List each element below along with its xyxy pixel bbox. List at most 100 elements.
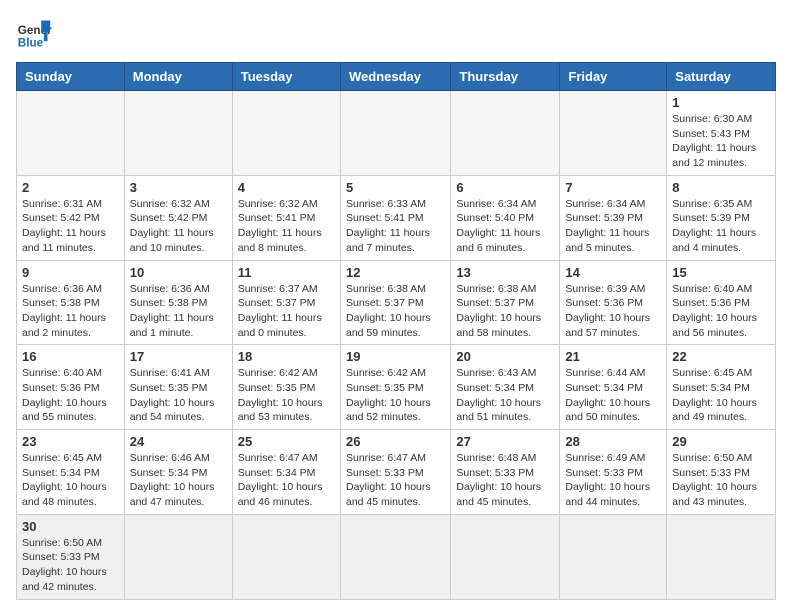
day-number: 7	[565, 180, 661, 195]
calendar-cell: 30 Sunrise: 6:50 AM Sunset: 5:33 PM Dayli…	[17, 514, 125, 599]
calendar-week-1: 2Sunrise: 6:31 AM Sunset: 5:42 PM Daylig…	[17, 175, 776, 260]
calendar-cell: 14 Sunrise: 6:39 AM Sunset: 5:36 PM Dayli…	[560, 260, 667, 345]
calendar-week-4: 23Sunrise: 6:45 AM Sunset: 5:34 PM Dayli…	[17, 430, 776, 515]
day-info: Sunrise: 6:40 AM Sunset: 5:36 PM Dayligh…	[672, 282, 770, 341]
calendar-week-0: 1 Sunrise: 6:30 AM Sunset: 5:43 PM Daylig…	[17, 91, 776, 176]
day-number: 6	[456, 180, 554, 195]
calendar-cell	[667, 514, 776, 599]
calendar-cell: 29 Sunrise: 6:50 AM Sunset: 5:33 PM Dayli…	[667, 430, 776, 515]
day-info: Sunrise: 6:44 AM Sunset: 5:34 PM Dayligh…	[565, 366, 661, 425]
logo-icon: General Blue	[16, 16, 52, 52]
day-number: 10	[130, 265, 227, 280]
day-info: Sunrise: 6:49 AM Sunset: 5:33 PM Dayligh…	[565, 451, 661, 510]
day-info: Sunrise: 6:46 AM Sunset: 5:34 PM Dayligh…	[130, 451, 227, 510]
calendar-cell	[560, 514, 667, 599]
col-header-thursday: Thursday	[451, 63, 560, 91]
col-header-friday: Friday	[560, 63, 667, 91]
day-number: 1	[672, 95, 770, 110]
day-number: 16	[22, 349, 119, 364]
day-number: 5	[346, 180, 445, 195]
day-number: 2	[22, 180, 119, 195]
calendar-cell: 22 Sunrise: 6:45 AM Sunset: 5:34 PM Dayli…	[667, 345, 776, 430]
calendar-cell: 19 Sunrise: 6:42 AM Sunset: 5:35 PM Dayli…	[340, 345, 450, 430]
day-number: 12	[346, 265, 445, 280]
day-info: Sunrise: 6:50 AM Sunset: 5:33 PM Dayligh…	[22, 536, 119, 595]
day-number: 11	[238, 265, 335, 280]
col-header-monday: Monday	[124, 63, 232, 91]
day-info: Sunrise: 6:34 AM Sunset: 5:39 PM Dayligh…	[565, 197, 661, 256]
day-info: Sunrise: 6:41 AM Sunset: 5:35 PM Dayligh…	[130, 366, 227, 425]
day-info: Sunrise: 6:38 AM Sunset: 5:37 PM Dayligh…	[346, 282, 445, 341]
calendar-cell: 25Sunrise: 6:47 AM Sunset: 5:34 PM Dayli…	[232, 430, 340, 515]
calendar-cell: 16 Sunrise: 6:40 AM Sunset: 5:36 PM Dayli…	[17, 345, 125, 430]
day-info: Sunrise: 6:37 AM Sunset: 5:37 PM Dayligh…	[238, 282, 335, 341]
day-info: Sunrise: 6:47 AM Sunset: 5:33 PM Dayligh…	[346, 451, 445, 510]
day-info: Sunrise: 6:43 AM Sunset: 5:34 PM Dayligh…	[456, 366, 554, 425]
day-info: Sunrise: 6:45 AM Sunset: 5:34 PM Dayligh…	[22, 451, 119, 510]
calendar-cell: 1 Sunrise: 6:30 AM Sunset: 5:43 PM Daylig…	[667, 91, 776, 176]
calendar-cell: 12 Sunrise: 6:38 AM Sunset: 5:37 PM Dayli…	[340, 260, 450, 345]
day-number: 29	[672, 434, 770, 449]
day-number: 17	[130, 349, 227, 364]
calendar-cell: 15 Sunrise: 6:40 AM Sunset: 5:36 PM Dayli…	[667, 260, 776, 345]
calendar-cell: 7 Sunrise: 6:34 AM Sunset: 5:39 PM Daylig…	[560, 175, 667, 260]
calendar-cell: 13 Sunrise: 6:38 AM Sunset: 5:37 PM Dayli…	[451, 260, 560, 345]
calendar-cell: 11 Sunrise: 6:37 AM Sunset: 5:37 PM Dayli…	[232, 260, 340, 345]
day-number: 3	[130, 180, 227, 195]
day-number: 26	[346, 434, 445, 449]
day-info: Sunrise: 6:38 AM Sunset: 5:37 PM Dayligh…	[456, 282, 554, 341]
calendar-cell: 28 Sunrise: 6:49 AM Sunset: 5:33 PM Dayli…	[560, 430, 667, 515]
calendar-cell: 24 Sunrise: 6:46 AM Sunset: 5:34 PM Dayli…	[124, 430, 232, 515]
day-info: Sunrise: 6:35 AM Sunset: 5:39 PM Dayligh…	[672, 197, 770, 256]
calendar-cell: 9Sunrise: 6:36 AM Sunset: 5:38 PM Daylig…	[17, 260, 125, 345]
day-number: 28	[565, 434, 661, 449]
day-number: 14	[565, 265, 661, 280]
logo: General Blue	[16, 16, 56, 52]
day-number: 8	[672, 180, 770, 195]
day-info: Sunrise: 6:50 AM Sunset: 5:33 PM Dayligh…	[672, 451, 770, 510]
calendar-cell	[124, 91, 232, 176]
day-number: 21	[565, 349, 661, 364]
calendar-cell: 2Sunrise: 6:31 AM Sunset: 5:42 PM Daylig…	[17, 175, 125, 260]
calendar-cell: 3 Sunrise: 6:32 AM Sunset: 5:42 PM Daylig…	[124, 175, 232, 260]
calendar-cell: 21 Sunrise: 6:44 AM Sunset: 5:34 PM Dayli…	[560, 345, 667, 430]
day-number: 18	[238, 349, 335, 364]
calendar-header-row: SundayMondayTuesdayWednesdayThursdayFrid…	[17, 63, 776, 91]
header: General Blue	[16, 16, 776, 52]
day-number: 9	[22, 265, 119, 280]
day-number: 13	[456, 265, 554, 280]
calendar-week-3: 16 Sunrise: 6:40 AM Sunset: 5:36 PM Dayli…	[17, 345, 776, 430]
day-info: Sunrise: 6:47 AM Sunset: 5:34 PM Dayligh…	[238, 451, 335, 510]
calendar-cell: 6 Sunrise: 6:34 AM Sunset: 5:40 PM Daylig…	[451, 175, 560, 260]
calendar-cell	[340, 91, 450, 176]
day-number: 19	[346, 349, 445, 364]
calendar-week-2: 9 Sunrise: 6:36 AM Sunset: 5:38 PM Daylig…	[17, 260, 776, 345]
calendar-cell	[232, 91, 340, 176]
calendar-cell: 8 Sunrise: 6:35 AM Sunset: 5:39 PM Daylig…	[667, 175, 776, 260]
day-info: Sunrise: 6:39 AM Sunset: 5:36 PM Dayligh…	[565, 282, 661, 341]
calendar-cell	[124, 514, 232, 599]
day-info: Sunrise: 6:34 AM Sunset: 5:40 PM Dayligh…	[456, 197, 554, 256]
day-info: Sunrise: 6:30 AM Sunset: 5:43 PM Dayligh…	[672, 112, 770, 171]
col-header-sunday: Sunday	[17, 63, 125, 91]
calendar-cell	[451, 514, 560, 599]
day-info: Sunrise: 6:32 AM Sunset: 5:42 PM Dayligh…	[130, 197, 227, 256]
day-number: 24	[130, 434, 227, 449]
calendar-cell: 5 Sunrise: 6:33 AM Sunset: 5:41 PM Daylig…	[340, 175, 450, 260]
col-header-saturday: Saturday	[667, 63, 776, 91]
day-info: Sunrise: 6:45 AM Sunset: 5:34 PM Dayligh…	[672, 366, 770, 425]
col-header-wednesday: Wednesday	[340, 63, 450, 91]
day-info: Sunrise: 6:42 AM Sunset: 5:35 PM Dayligh…	[346, 366, 445, 425]
day-info: Sunrise: 6:40 AM Sunset: 5:36 PM Dayligh…	[22, 366, 119, 425]
day-number: 22	[672, 349, 770, 364]
day-number: 30	[22, 519, 119, 534]
calendar: SundayMondayTuesdayWednesdayThursdayFrid…	[16, 62, 776, 600]
calendar-cell: 23Sunrise: 6:45 AM Sunset: 5:34 PM Dayli…	[17, 430, 125, 515]
day-info: Sunrise: 6:42 AM Sunset: 5:35 PM Dayligh…	[238, 366, 335, 425]
calendar-cell	[451, 91, 560, 176]
day-info: Sunrise: 6:33 AM Sunset: 5:41 PM Dayligh…	[346, 197, 445, 256]
day-info: Sunrise: 6:36 AM Sunset: 5:38 PM Dayligh…	[130, 282, 227, 341]
calendar-cell: 17 Sunrise: 6:41 AM Sunset: 5:35 PM Dayli…	[124, 345, 232, 430]
day-number: 15	[672, 265, 770, 280]
day-info: Sunrise: 6:32 AM Sunset: 5:41 PM Dayligh…	[238, 197, 335, 256]
